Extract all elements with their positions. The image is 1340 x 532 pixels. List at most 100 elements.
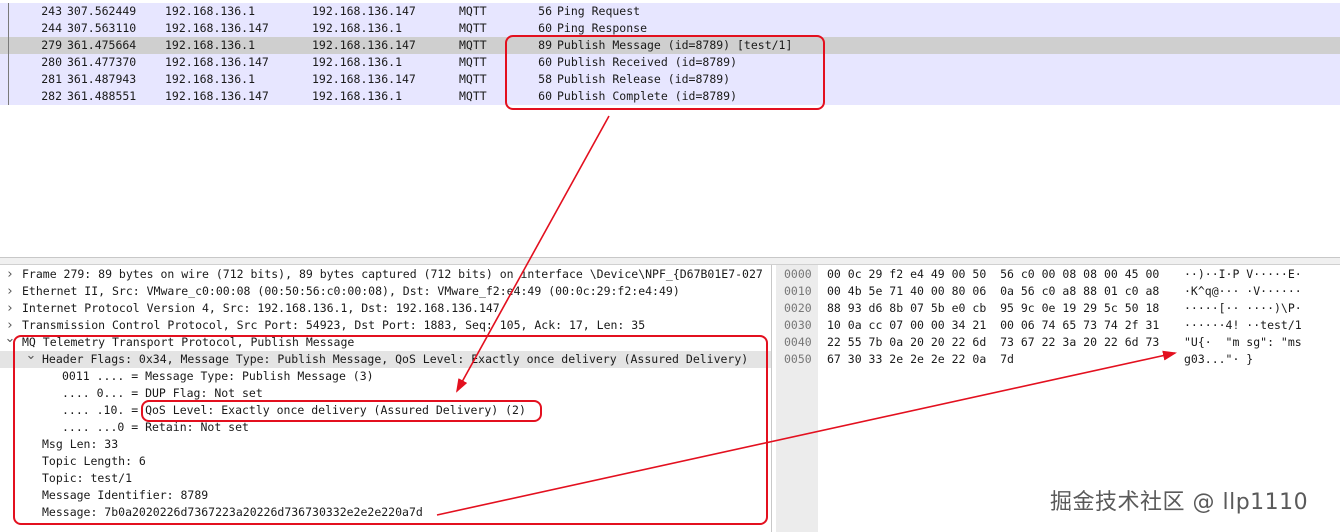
chevron-down-icon[interactable]: ⌄ [25, 347, 37, 364]
packet-time: 361.488551 [67, 89, 137, 103]
detail-tree-label: .... 0... = DUP Flag: Not set [62, 386, 263, 400]
detail-tree-label: Transmission Control Protocol, Src Port:… [22, 318, 646, 332]
packet-time: 361.487943 [67, 72, 137, 86]
packet-protocol: MQTT [459, 89, 487, 103]
hex-ascii: "U{· "m sg": "ms [1184, 335, 1302, 349]
hex-bytes: 88 93 d6 8b 07 5b e0 cb 95 9c 0e 19 29 5… [827, 301, 1160, 315]
packet-source: 192.168.136.1 [165, 72, 256, 86]
pane-splitter[interactable] [0, 258, 1340, 265]
packet-source: 192.168.136.147 [165, 55, 269, 69]
packet-info: Publish Complete (id=8789) [557, 89, 738, 103]
detail-tree-label: Header Flags: 0x34, Message Type: Publis… [42, 352, 749, 366]
packet-length: 56 [538, 4, 552, 18]
hex-ascii: ·K^q@··· ·V······ [1184, 284, 1302, 298]
chevron-down-icon[interactable]: ⌄ [4, 330, 16, 347]
hex-bytes: 00 4b 5e 71 40 00 80 06 0a 56 c0 a8 88 0… [827, 284, 1160, 298]
detail-tree-label: Internet Protocol Version 4, Src: 192.16… [22, 301, 500, 315]
detail-tree-row[interactable]: .... .10. = QoS Level: Exactly once deli… [0, 402, 771, 419]
detail-tree-row[interactable]: Msg Len: 33 [0, 436, 771, 453]
hex-row[interactable]: 0040 22 55 7b 0a 20 20 22 6d 73 67 22 3a … [776, 334, 1340, 351]
detail-tree-label: Topic: test/1 [42, 471, 133, 485]
detail-tree-row[interactable]: Topic Length: 6 [0, 453, 771, 470]
detail-tree-label: Frame 279: 89 bytes on wire (712 bits), … [22, 267, 763, 281]
packet-length: 58 [538, 72, 552, 86]
packet-time: 307.562449 [67, 4, 137, 18]
chevron-right-icon[interactable]: › [4, 283, 16, 300]
detail-tree-row[interactable]: ⌄ Header Flags: 0x34, Message Type: Publi… [0, 348, 771, 368]
detail-tree-label: Message: 7b0a2020226d7367223a20226d73673… [42, 505, 423, 519]
conversation-bracket [8, 88, 9, 105]
packet-source: 192.168.136.147 [165, 21, 269, 35]
packet-protocol: MQTT [459, 21, 487, 35]
hex-offset: 0010 [784, 284, 812, 298]
conversation-bracket [8, 54, 9, 71]
packet-length: 89 [538, 38, 552, 52]
chevron-right-icon[interactable]: › [4, 300, 16, 317]
detail-tree-label: Msg Len: 33 [42, 437, 119, 451]
packet-info: Publish Release (id=8789) [557, 72, 731, 86]
hex-bytes: 00 0c 29 f2 e4 49 00 50 56 c0 00 08 08 0… [827, 267, 1160, 281]
detail-tree-label: MQ Telemetry Transport Protocol, Publish… [22, 335, 355, 349]
packet-row[interactable]: 280 361.477370 192.168.136.147 192.168.136.… [0, 54, 1340, 71]
hex-bytes: 22 55 7b 0a 20 20 22 6d 73 67 22 3a 20 2… [827, 335, 1160, 349]
hex-offset: 0020 [784, 301, 812, 315]
watermark-text: 掘金技术社区 @ llp1110 [1050, 490, 1309, 515]
detail-tree-row[interactable]: Message Identifier: 8789 [0, 487, 771, 504]
packet-row[interactable]: 282 361.488551 192.168.136.147 192.168.136.… [0, 88, 1340, 105]
packet-number: 282 [41, 89, 62, 103]
packet-protocol: MQTT [459, 38, 487, 52]
packet-row[interactable]: 279 361.475664 192.168.136.1 192.168.136.14… [0, 37, 1340, 54]
hex-row[interactable]: 0010 00 4b 5e 71 40 00 80 06 0a 56 c0 a8 … [776, 283, 1340, 300]
packet-list[interactable]: 243 307.562449 192.168.136.1 192.168.136.14… [0, 0, 1340, 258]
packet-row[interactable]: 243 307.562449 192.168.136.1 192.168.136.14… [0, 3, 1340, 20]
packet-source: 192.168.136.147 [165, 89, 269, 103]
packet-row[interactable]: 281 361.487943 192.168.136.1 192.168.136.14… [0, 71, 1340, 88]
packet-info: Publish Received (id=8789) [557, 55, 738, 69]
packet-destination: 192.168.136.147 [312, 4, 416, 18]
packet-info: Ping Request [557, 4, 641, 18]
detail-tree-label: Message Identifier: 8789 [42, 488, 209, 502]
chevron-right-icon[interactable]: › [4, 266, 16, 283]
hex-row[interactable]: 0030 10 0a cc 07 00 00 34 21 00 06 74 65 … [776, 317, 1340, 334]
detail-tree-row[interactable]: › Ethernet II, Src: VMware_c0:00:08 (00:5… [0, 283, 771, 300]
hex-ascii: ·····[·· ····)\P· [1184, 301, 1302, 315]
packet-row[interactable]: 244 307.563110 192.168.136.147 192.168.136.… [0, 20, 1340, 37]
packet-protocol: MQTT [459, 55, 487, 69]
detail-tree-row[interactable]: › Transmission Control Protocol, Src Port… [0, 317, 771, 334]
packet-info: Ping Response [557, 21, 648, 35]
packet-source: 192.168.136.1 [165, 4, 256, 18]
packet-destination: 192.168.136.1 [312, 55, 403, 69]
packet-number: 243 [41, 4, 62, 18]
packet-details-pane[interactable]: › Frame 279: 89 bytes on wire (712 bits),… [0, 265, 772, 532]
packet-length: 60 [538, 55, 552, 69]
packet-protocol: MQTT [459, 4, 487, 18]
hex-offset: 0000 [784, 267, 812, 281]
packet-source: 192.168.136.1 [165, 38, 256, 52]
detail-tree-row[interactable]: Message: 7b0a2020226d7367223a20226d73673… [0, 504, 771, 521]
packet-number: 279 [41, 38, 62, 52]
packet-number: 280 [41, 55, 62, 69]
packet-destination: 192.168.136.1 [312, 89, 403, 103]
hex-row[interactable]: 0020 88 93 d6 8b 07 5b e0 cb 95 9c 0e 19 … [776, 300, 1340, 317]
detail-tree-row[interactable]: .... 0... = DUP Flag: Not set [0, 385, 771, 402]
hex-row[interactable]: 0000 00 0c 29 f2 e4 49 00 50 56 c0 00 08 … [776, 266, 1340, 283]
detail-tree-label: .... ...0 = Retain: Not set [62, 420, 249, 434]
detail-tree-row[interactable]: .... ...0 = Retain: Not set [0, 419, 771, 436]
packet-time: 361.475664 [67, 38, 137, 52]
detail-tree-row[interactable]: › Internet Protocol Version 4, Src: 192.1… [0, 300, 771, 317]
conversation-bracket [8, 37, 9, 54]
packet-destination: 192.168.136.147 [312, 38, 416, 52]
detail-tree-row[interactable]: › Frame 279: 89 bytes on wire (712 bits),… [0, 266, 771, 283]
detail-tree-row[interactable]: ⌄ MQ Telemetry Transport Protocol, Publis… [0, 331, 771, 351]
packet-number: 244 [41, 21, 62, 35]
detail-tree-row[interactable]: Topic: test/1 [0, 470, 771, 487]
detail-tree-row[interactable]: 0011 .... = Message Type: Publish Messag… [0, 368, 771, 385]
packet-destination: 192.168.136.147 [312, 72, 416, 86]
conversation-bracket [8, 71, 9, 88]
hex-row[interactable]: 0050 67 30 33 2e 2e 2e 22 0a 7d g03..."· } [776, 351, 1340, 368]
packet-time: 307.563110 [67, 21, 137, 35]
hex-ascii: g03..."· } [1184, 352, 1254, 366]
detail-tree-label: .... .10. = QoS Level: Exactly once deli… [62, 403, 526, 417]
hex-ascii: ··)··I·P V·····E· [1184, 267, 1302, 281]
hex-bytes: 67 30 33 2e 2e 2e 22 0a 7d [827, 352, 1014, 366]
